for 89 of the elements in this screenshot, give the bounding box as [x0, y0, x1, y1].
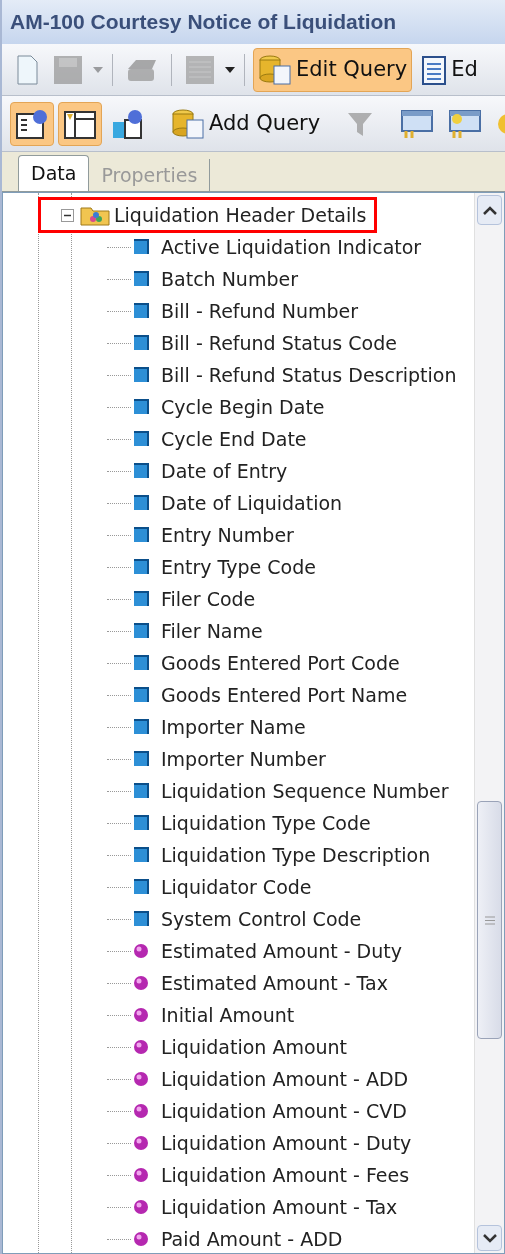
- tree-item[interactable]: Importer Name: [133, 712, 306, 742]
- database-icon: [171, 107, 205, 140]
- tree-item[interactable]: Goods Entered Port Name: [133, 680, 408, 710]
- tree-item[interactable]: Batch Number: [133, 264, 298, 294]
- tree-item[interactable]: Liquidation Amount - Fees: [133, 1160, 410, 1190]
- tree-item[interactable]: Liquidator Code: [133, 872, 312, 902]
- tree-item[interactable]: Liquidation Amount - CVD: [133, 1096, 407, 1126]
- table-icon: [185, 54, 215, 85]
- cube-icon: [133, 271, 149, 287]
- scrollbar[interactable]: [474, 193, 504, 1253]
- cube-icon: [133, 687, 149, 703]
- tab[interactable]: Data: [18, 155, 90, 191]
- tree-item[interactable]: Importer Number: [133, 744, 326, 774]
- tree-item[interactable]: Estimated Amount - Duty: [133, 936, 402, 966]
- grip-icon: [484, 915, 495, 925]
- tree-item[interactable]: Liquidation Amount - Duty: [133, 1128, 412, 1158]
- panel-icon: [111, 107, 145, 140]
- cube-icon: [133, 815, 149, 831]
- cube-icon: [133, 623, 149, 639]
- toolbar-button[interactable]: [58, 101, 102, 146]
- document-icon: [15, 54, 39, 85]
- cube-icon: [133, 655, 149, 671]
- tree-item[interactable]: Liquidation Type Description: [133, 840, 431, 870]
- cube-icon: [133, 399, 149, 415]
- cube-icon: [133, 559, 149, 575]
- report-icon: [421, 54, 448, 85]
- ball-icon: [133, 1007, 149, 1023]
- folder-icon: [80, 204, 110, 226]
- window-title: AM-100 Courtesy Notice of Liquidation: [2, 0, 505, 44]
- database-icon: [258, 53, 292, 86]
- ball-icon: [133, 1199, 149, 1215]
- tree-item[interactable]: Liquidation Type Code: [133, 808, 371, 838]
- tree-item[interactable]: Goods Entered Port Code: [133, 648, 400, 678]
- tree-item[interactable]: Active Liquidation Indicator: [133, 232, 422, 262]
- ball-icon: [133, 1039, 149, 1055]
- ball-icon: [133, 1103, 149, 1119]
- tree-item[interactable]: Initial Amount: [133, 1000, 295, 1030]
- tree-item[interactable]: System Control Code: [133, 904, 362, 934]
- toolbar-button[interactable]: Ed: [416, 47, 483, 92]
- cube-icon: [133, 463, 149, 479]
- tree-item[interactable]: Paid Amount - ADD: [133, 1224, 343, 1253]
- panel-icon: [15, 107, 49, 140]
- cube-icon: [133, 751, 149, 767]
- query-button[interactable]: Edit Query: [253, 47, 413, 92]
- ball-icon: [133, 1071, 149, 1087]
- tree-item[interactable]: Cycle End Date: [133, 424, 307, 454]
- ball-icon: [133, 975, 149, 991]
- tree-item[interactable]: Liquidation Amount - ADD: [133, 1064, 409, 1094]
- cube-icon: [133, 527, 149, 543]
- toolbar-button[interactable]: [10, 101, 54, 146]
- tree-item[interactable]: Filer Name: [133, 616, 263, 646]
- collapse-toggle[interactable]: [61, 208, 74, 222]
- cube-icon: [133, 879, 149, 895]
- cube-icon: [133, 431, 149, 447]
- tree-item[interactable]: Date of Entry: [133, 456, 288, 486]
- caret-icon[interactable]: [224, 65, 236, 74]
- ball-icon: [133, 1135, 149, 1151]
- tree-item[interactable]: Bill - Refund Status Code: [133, 328, 397, 358]
- cube-icon: [133, 783, 149, 799]
- tree-item[interactable]: Entry Type Code: [133, 552, 316, 582]
- tree-item[interactable]: Entry Number: [133, 520, 294, 550]
- cube-icon: [133, 239, 149, 255]
- ball-icon: [133, 1231, 149, 1247]
- tree-item[interactable]: Liquidation Sequence Number: [133, 776, 449, 806]
- tree-item[interactable]: Liquidation Amount - Tax: [133, 1192, 398, 1222]
- window-icon: [448, 108, 483, 139]
- ball-icon: [133, 1167, 149, 1183]
- ball-icon: [133, 943, 149, 959]
- tree-item[interactable]: Liquidation Amount: [133, 1032, 348, 1062]
- scroll-thumb[interactable]: [477, 801, 502, 1039]
- tree-item[interactable]: Date of Liquidation: [133, 488, 343, 518]
- cube-icon: [133, 335, 149, 351]
- cube-icon: [133, 495, 149, 511]
- tree-item[interactable]: Bill - Refund Number: [133, 296, 359, 326]
- cube-icon: [133, 911, 149, 927]
- tree-item[interactable]: Estimated Amount - Tax: [133, 968, 388, 998]
- cube-icon: [133, 367, 149, 383]
- scroll-up-button[interactable]: [477, 195, 502, 225]
- tree-item[interactable]: Liquidation Header Details: [80, 200, 367, 230]
- cube-icon: [133, 591, 149, 607]
- scroll-down-button[interactable]: [477, 1225, 502, 1251]
- tree-item[interactable]: Bill - Refund Status Description: [133, 360, 457, 390]
- query-button[interactable]: Add Query: [166, 101, 326, 146]
- tree-item[interactable]: Cycle Begin Date: [133, 392, 325, 422]
- cube-icon: [133, 847, 149, 863]
- cube-icon: [133, 719, 149, 735]
- window-icon: [400, 108, 435, 139]
- cube-icon: [133, 303, 149, 319]
- tree-item[interactable]: Filer Code: [133, 584, 256, 614]
